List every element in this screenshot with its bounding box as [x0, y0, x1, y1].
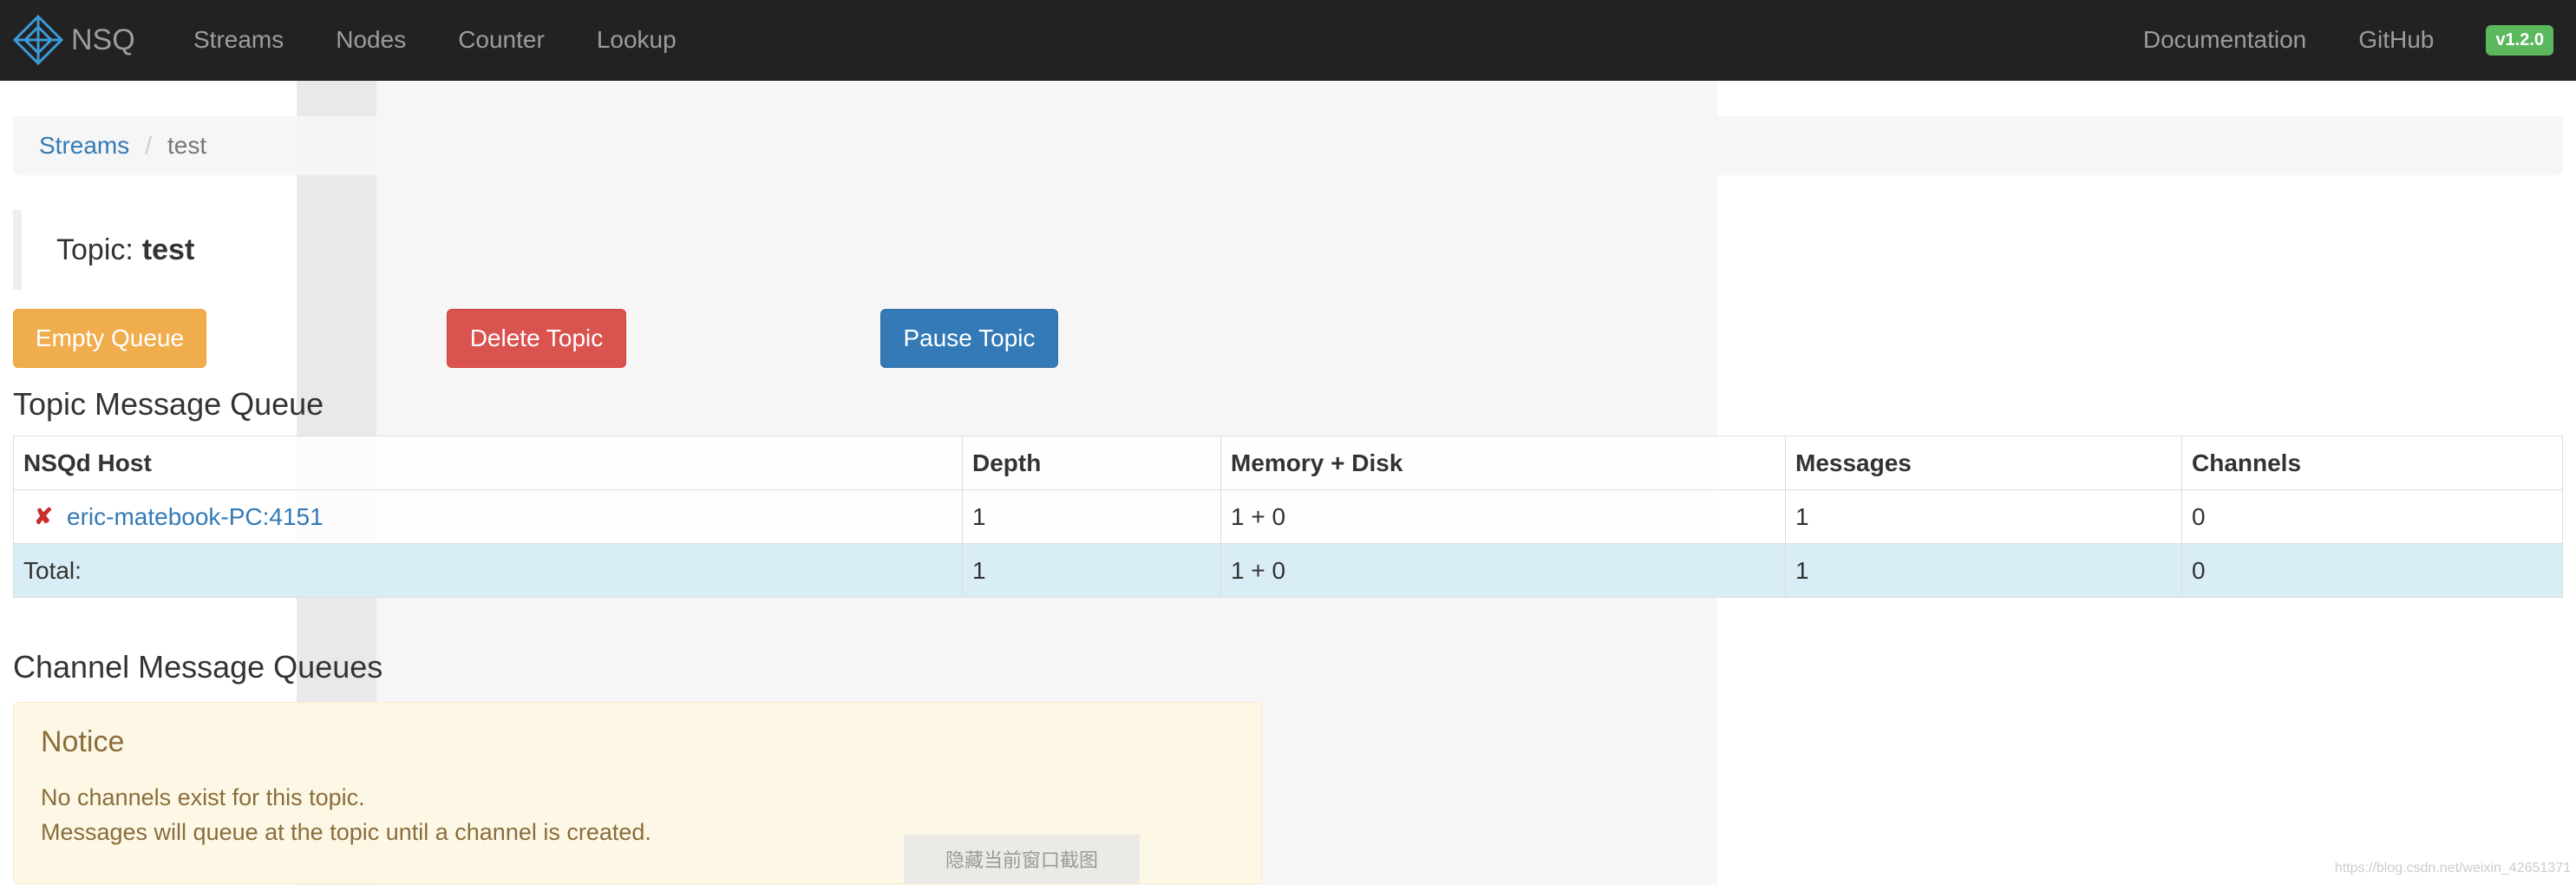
channel-queues-heading: Channel Message Queues [13, 649, 383, 685]
total-memory-disk: 1 + 0 [1220, 543, 1786, 598]
empty-queue-button[interactable]: Empty Queue [13, 309, 206, 368]
version-badge: v1.2.0 [2486, 24, 2553, 56]
depth-cell: 1 [962, 489, 1221, 544]
channels-cell: 0 [2181, 489, 2563, 544]
nav-documentation[interactable]: Documentation [2117, 0, 2332, 80]
nav-lookup[interactable]: Lookup [571, 0, 703, 80]
topic-queue-table: NSQd Host Depth Memory + Disk Messages C… [13, 436, 2563, 598]
host-link[interactable]: eric-matebook-PC:4151 [67, 503, 324, 531]
host-cell: ✘ eric-matebook-PC:4151 [13, 489, 963, 544]
topic-name: test [141, 233, 195, 266]
total-channels: 0 [2181, 543, 2563, 598]
x-mark-icon: ✘ [34, 503, 53, 529]
total-depth: 1 [962, 543, 1221, 598]
total-row: Total: 1 1 + 0 1 0 [13, 543, 2563, 598]
primary-nav: Streams Nodes Counter Lookup [167, 0, 703, 80]
memory-disk-cell: 1 + 0 [1220, 489, 1786, 544]
hide-screenshot-button[interactable]: 隐藏当前窗口截图 [904, 835, 1140, 883]
nav-counter[interactable]: Counter [432, 0, 571, 80]
header-nsqd-host: NSQd Host [13, 436, 963, 490]
main-content: Streams / test Topic: test Empty Queue D… [13, 80, 2563, 884]
top-navbar: NSQ Streams Nodes Counter Lookup Documen… [0, 0, 2576, 81]
header-depth: Depth [962, 436, 1221, 490]
topic-actions: Empty Queue Delete Topic Pause Topic [13, 309, 2563, 368]
total-label: Total: [13, 543, 963, 598]
header-messages: Messages [1785, 436, 2182, 490]
brand-name: NSQ [71, 23, 135, 56]
nav-github[interactable]: GitHub [2332, 0, 2460, 80]
page-title: Topic: test [13, 210, 2563, 290]
pause-topic-button[interactable]: Pause Topic [880, 309, 1058, 368]
header-channels: Channels [2181, 436, 2563, 490]
breadcrumb-current: test [167, 132, 207, 159]
notice-title: Notice [41, 725, 125, 758]
header-memory-disk: Memory + Disk [1220, 436, 1786, 490]
nav-nodes[interactable]: Nodes [310, 0, 432, 80]
delete-topic-button[interactable]: Delete Topic [447, 309, 626, 368]
topic-queue-heading: Topic Message Queue [13, 386, 324, 422]
breadcrumb-separator: / [145, 132, 153, 159]
table-header-row: NSQd Host Depth Memory + Disk Messages C… [13, 436, 2563, 490]
nsq-logo-icon [12, 14, 64, 66]
watermark: https://blog.csdn.net/weixin_42651371 [2334, 861, 2571, 875]
topic-label: Topic: [56, 233, 134, 266]
brand-link[interactable]: NSQ [12, 12, 135, 68]
notice-line-1: No channels exist for this topic. [41, 784, 365, 810]
total-messages: 1 [1785, 543, 2182, 598]
messages-cell: 1 [1785, 489, 2182, 544]
secondary-nav: Documentation GitHub v1.2.0 [2117, 0, 2576, 80]
nav-streams[interactable]: Streams [167, 0, 310, 80]
table-row: ✘ eric-matebook-PC:4151 1 1 + 0 1 0 [13, 489, 2563, 544]
breadcrumb: Streams / test [13, 116, 2563, 175]
breadcrumb-streams-link[interactable]: Streams [39, 132, 129, 160]
